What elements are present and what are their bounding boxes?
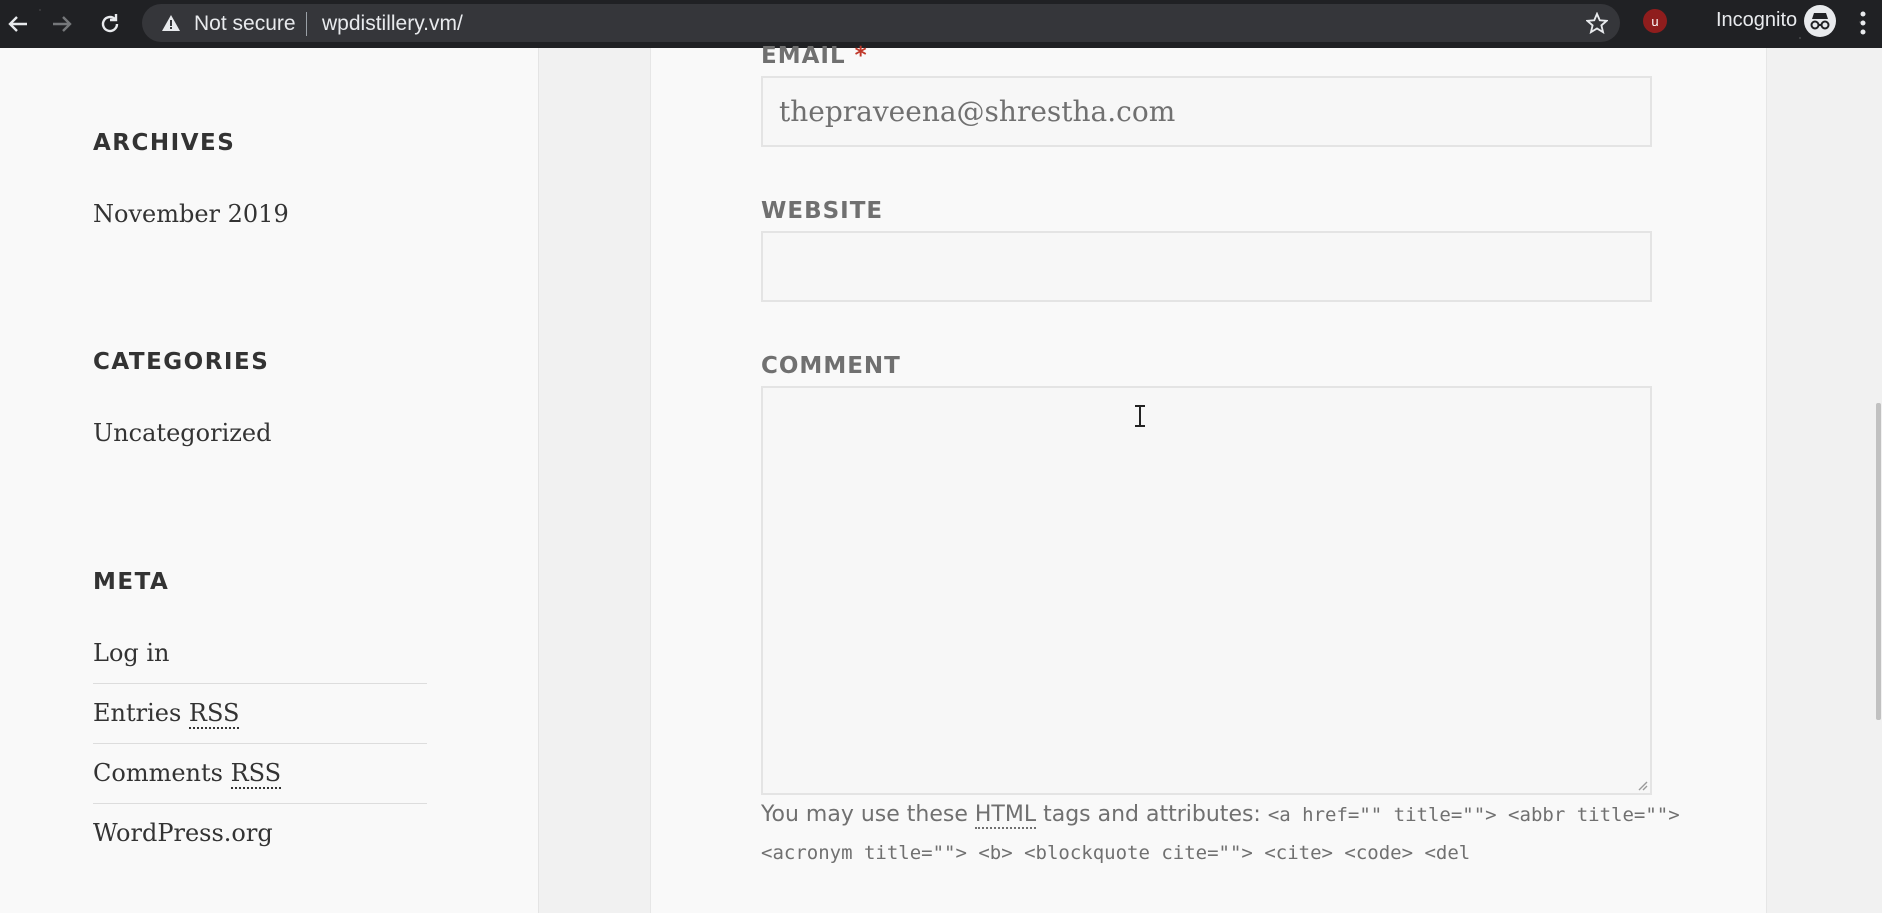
meta-divider [93,683,427,684]
email-field[interactable]: thepraveena@shrestha.com [761,76,1652,147]
comment-textarea[interactable] [761,386,1652,795]
back-button[interactable] [0,6,36,42]
text-cursor-icon [1135,405,1145,427]
incognito-icon[interactable] [1804,5,1836,37]
allowed-mid: tags and attributes: [1036,802,1268,827]
reload-button[interactable] [92,6,128,42]
allowed-prefix: You may use these [761,802,975,827]
forward-button[interactable] [44,6,80,42]
address-bar[interactable]: Not secure wpdistillery.vm/ [142,4,1620,42]
meta-divider [93,743,427,744]
incognito-label[interactable]: Incognito [1716,9,1797,32]
menu-icon[interactable] [1858,10,1868,36]
scrollbar-thumb[interactable] [1876,403,1881,720]
star-icon[interactable] [1586,12,1608,34]
address-separator [306,12,307,36]
comments-rss-text: Comments [93,759,231,787]
back-icon [8,16,27,32]
html-abbr: HTML [974,802,1037,829]
warning-icon[interactable] [162,15,180,31]
browser-toolbar: Not secure wpdistillery.vm/ u Incognito [0,0,1882,48]
forward-icon [53,16,72,32]
entries-rss-text: Entries [93,699,189,727]
meta-wordpress-link[interactable]: WordPress.org [93,819,273,847]
rss-abbr: RSS [188,699,240,729]
category-link-uncategorized[interactable]: Uncategorized [93,419,271,447]
meta-divider [93,803,427,804]
sidebar: ARCHIVES November 2019 CATEGORIES Uncate… [0,48,539,913]
reload-icon [101,14,119,33]
categories-title: CATEGORIES [93,349,270,375]
meta-comments-rss-link[interactable]: Comments RSS [93,759,282,789]
security-status-label[interactable]: Not secure [194,12,296,36]
extension-icon[interactable]: u [1643,9,1667,33]
archives-title: ARCHIVES [93,130,236,156]
archive-link-november-2019[interactable]: November 2019 [93,200,289,228]
meta-entries-rss-link[interactable]: Entries RSS [93,699,240,729]
meta-login-link[interactable]: Log in [93,639,170,667]
comment-label: COMMENT [761,353,901,379]
email-label-text: EMAIL [761,43,846,69]
resize-grip-icon[interactable] [1636,779,1648,791]
website-label: WEBSITE [761,198,884,224]
meta-title: META [93,569,170,595]
required-mark: * [854,43,868,69]
email-value: thepraveena@shrestha.com [779,95,1176,128]
email-label: EMAIL * [761,43,868,69]
website-field[interactable] [761,231,1652,302]
rss-abbr: RSS [230,759,282,789]
allowed-tags-note: You may use these HTML tags and attribut… [761,796,1681,872]
url-text[interactable]: wpdistillery.vm/ [322,12,463,36]
extension-badge: u [1651,13,1659,29]
